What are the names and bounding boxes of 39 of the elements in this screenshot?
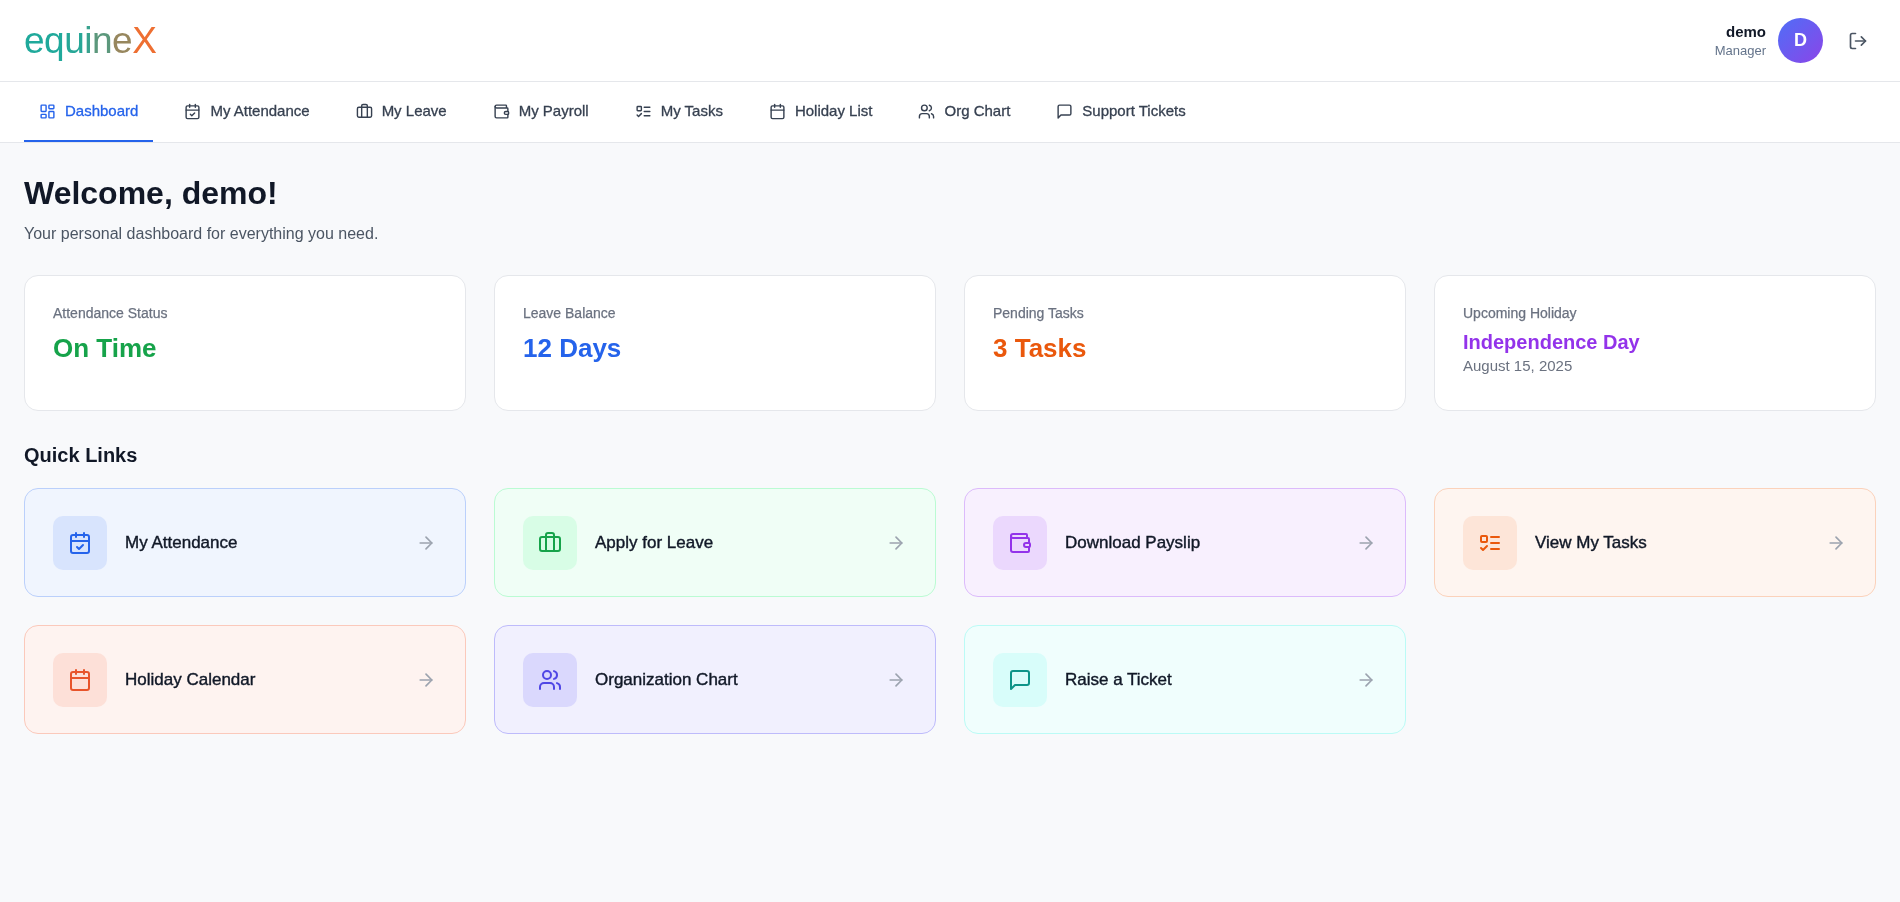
wallet-icon xyxy=(492,102,510,120)
stat-date: August 15, 2025 xyxy=(1463,356,1574,376)
nav-tab[interactable]: My Leave xyxy=(340,82,462,142)
quick-link[interactable]: Holiday Calendar xyxy=(24,625,466,734)
chat-bubble-icon xyxy=(1056,102,1074,120)
nav-tab[interactable]: My Attendance xyxy=(169,82,325,142)
quick-link[interactable]: Download Payslip xyxy=(964,488,1406,597)
calendar-check-icon xyxy=(184,102,202,120)
quick-link[interactable]: Organization Chart xyxy=(494,625,936,734)
quick-link[interactable]: Apply for Leave xyxy=(494,488,936,597)
stat-value: Independence Day xyxy=(1463,330,1641,355)
people-icon xyxy=(918,102,936,120)
stat-value: On Time xyxy=(53,332,158,365)
stat-value: 3 Tasks xyxy=(993,332,1088,365)
quick-link[interactable]: Raise a Ticket xyxy=(964,625,1406,734)
stat-value: 12 Days xyxy=(523,332,623,365)
nav-tab[interactable]: Dashboard xyxy=(24,82,154,142)
nav-tab[interactable]: Support Tickets xyxy=(1041,82,1201,142)
quick-link[interactable]: My Attendance xyxy=(24,488,466,597)
welcome-heading: Welcome, demo! xyxy=(24,174,279,212)
stat-label: Upcoming Holiday xyxy=(1463,304,1578,323)
nav-tab[interactable]: My Tasks xyxy=(619,82,738,142)
nav-tab[interactable]: Holiday List xyxy=(753,82,888,142)
briefcase-icon xyxy=(355,102,373,120)
calendar-icon xyxy=(768,102,786,120)
stat-label: Attendance Status xyxy=(53,304,169,323)
nav-tab[interactable]: Org Chart xyxy=(903,82,1026,142)
avatar[interactable]: D xyxy=(1778,18,1823,63)
user-name: demo xyxy=(1725,21,1766,42)
logo[interactable]: equineX xyxy=(24,22,157,59)
user-role: Manager xyxy=(1714,41,1766,60)
quick-link[interactable]: View My Tasks xyxy=(1434,488,1876,597)
stat-label: Pending Tasks xyxy=(993,304,1085,323)
logout-icon[interactable] xyxy=(1848,30,1868,51)
nav-tab[interactable]: My Payroll xyxy=(477,82,604,142)
stat-label: Leave Balance xyxy=(523,304,617,323)
dashboard-grid-icon xyxy=(39,102,56,120)
section-heading: Quick Links xyxy=(24,443,139,468)
welcome-subtitle: Your personal dashboard for everything you need. xyxy=(24,224,380,244)
